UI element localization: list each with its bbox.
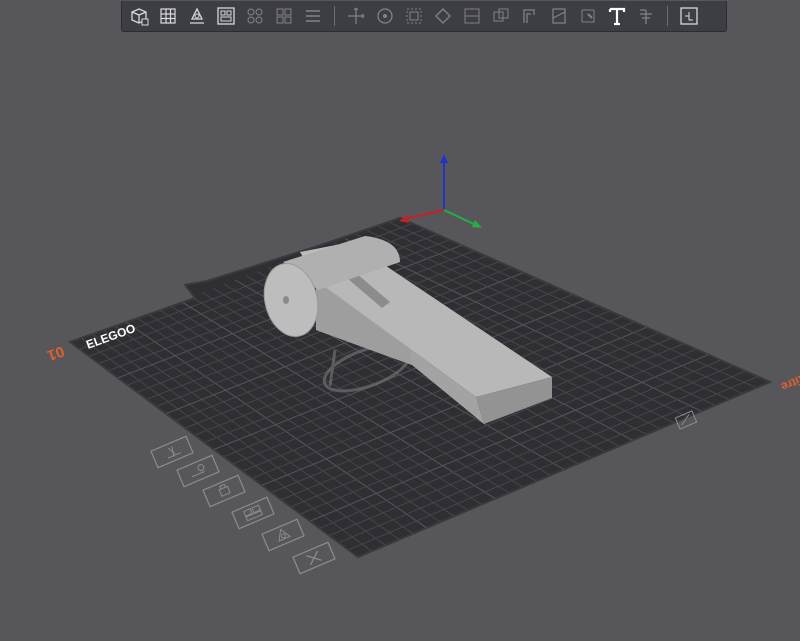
rotate-button[interactable] bbox=[372, 3, 398, 29]
toolbar-separator bbox=[334, 6, 335, 26]
build-plate[interactable] bbox=[67, 216, 773, 559]
text-icon bbox=[608, 7, 626, 26]
boolean-icon bbox=[493, 8, 509, 22]
pick-plate-button[interactable] bbox=[150, 435, 194, 469]
plate-settings-icon bbox=[261, 518, 305, 552]
seam-paint-button[interactable] bbox=[546, 3, 572, 29]
arrange-plate-button[interactable] bbox=[231, 496, 275, 530]
grid-icon bbox=[160, 8, 176, 24]
lock-icon bbox=[202, 474, 246, 508]
arrange-icon bbox=[217, 7, 235, 25]
plate-name-label[interactable]: Sans titre bbox=[779, 360, 800, 394]
auto-orient-plate-button[interactable] bbox=[176, 454, 220, 488]
text-button[interactable] bbox=[604, 3, 630, 29]
toolbar-separator bbox=[667, 6, 668, 26]
axes-gizmo bbox=[399, 154, 482, 228]
plate-number-label: 01 bbox=[45, 342, 66, 364]
split-parts-icon bbox=[276, 8, 292, 24]
3d-viewport[interactable]: ELEGOO 01 Sans titre bbox=[0, 0, 800, 641]
color-paint-button[interactable] bbox=[575, 3, 601, 29]
arrange-plate-icon bbox=[231, 496, 275, 530]
color-paint-icon bbox=[581, 9, 595, 23]
measure-button[interactable] bbox=[633, 3, 659, 29]
cut-button[interactable] bbox=[459, 3, 485, 29]
measure-icon bbox=[640, 9, 652, 24]
seam-paint-icon bbox=[552, 8, 566, 24]
move-button[interactable] bbox=[343, 3, 369, 29]
delete-plate-button[interactable] bbox=[292, 541, 336, 575]
layers-button[interactable] bbox=[300, 3, 326, 29]
cube-add-icon bbox=[131, 8, 149, 26]
top-toolbar bbox=[121, 1, 727, 32]
assembly-button[interactable] bbox=[676, 3, 702, 29]
puzzle-icon bbox=[680, 7, 698, 25]
x-axis bbox=[404, 209, 445, 220]
plate-settings-button[interactable] bbox=[261, 518, 305, 552]
split-objects-button[interactable] bbox=[242, 3, 268, 29]
support-paint-icon bbox=[523, 9, 535, 23]
lock-plate-button[interactable] bbox=[202, 474, 246, 508]
auto-orient-button[interactable] bbox=[184, 3, 210, 29]
add-object-button[interactable] bbox=[126, 3, 152, 29]
arrange-button[interactable] bbox=[213, 3, 239, 29]
cut-icon bbox=[464, 8, 480, 24]
split-parts-button[interactable] bbox=[271, 3, 297, 29]
split-objects-icon bbox=[247, 8, 263, 24]
lay-on-face-icon bbox=[435, 8, 451, 24]
move-icon bbox=[348, 7, 365, 24]
orient-plate-icon bbox=[176, 454, 220, 488]
add-plate-button[interactable] bbox=[155, 3, 181, 29]
rotate-icon bbox=[377, 8, 393, 24]
y-axis bbox=[443, 209, 477, 226]
lay-on-face-button[interactable] bbox=[430, 3, 456, 29]
support-paint-button[interactable] bbox=[517, 3, 543, 29]
orient-icon bbox=[190, 7, 204, 24]
scale-icon bbox=[406, 8, 422, 24]
mesh-boolean-button[interactable] bbox=[488, 3, 514, 29]
layers-icon bbox=[306, 10, 320, 22]
scale-button[interactable] bbox=[401, 3, 427, 29]
